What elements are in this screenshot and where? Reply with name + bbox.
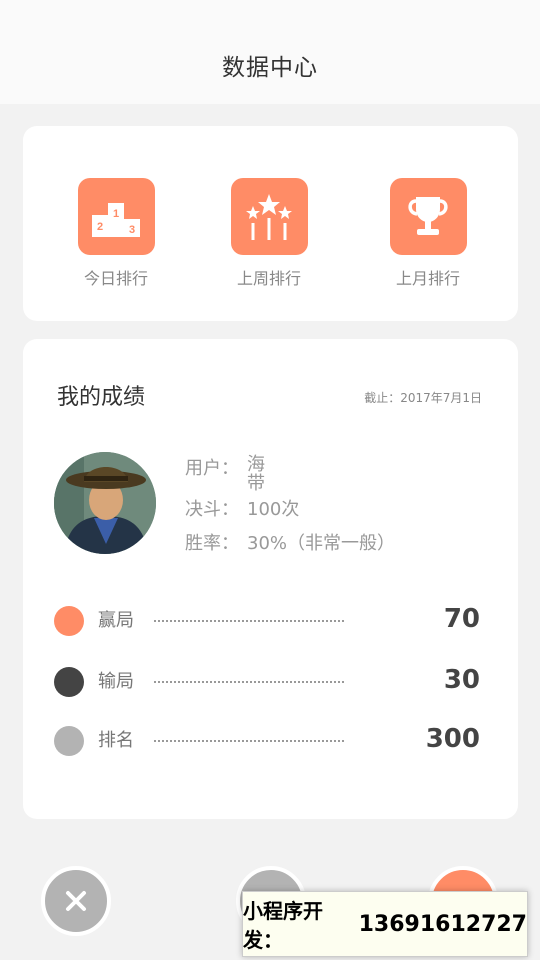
ranking-card: 2 1 3 今日排行 上周排行 上月排行 (23, 126, 518, 321)
watermark-label: 小程序开发： (243, 899, 323, 952)
leader-dots (154, 681, 344, 683)
stars-icon (230, 178, 308, 255)
losses-label: 输局 (98, 671, 134, 692)
rank-dot (54, 726, 84, 756)
winrate-value: 30%（非常一般） (247, 533, 396, 554)
losses-dot (54, 667, 84, 697)
user-name: 海带 (247, 454, 265, 494)
avatar (54, 452, 156, 554)
ranking-last-month-label: 上月排行 (395, 269, 460, 288)
top-bar: 数据中心 (0, 0, 540, 104)
rank-value: 300 (425, 724, 480, 754)
leader-dots (154, 620, 344, 622)
ranking-last-week-label: 上周排行 (236, 269, 301, 288)
ranking-today-label: 今日排行 (83, 269, 148, 288)
score-title: 我的成绩 (57, 385, 146, 410)
score-card: 我的成绩 截止：2017年7月1日 用户： 海带 决斗： 100次 胜率： 30… (23, 339, 518, 819)
score-date: 截止：2017年7月1日 (364, 391, 482, 405)
watermark-badge: 小程序开发： 13691612727 (242, 891, 528, 957)
user-name-key: 用户： (185, 458, 239, 479)
losses-value: 30 (443, 665, 480, 695)
leader-dots (154, 740, 344, 742)
trophy-icon (389, 178, 467, 255)
battles-key: 决斗： (185, 499, 239, 520)
stat-row-losses: 输局 30 (54, 663, 484, 703)
ranking-last-week[interactable]: 上周排行 (209, 178, 329, 289)
close-button[interactable] (41, 866, 111, 936)
podium-icon: 2 1 3 (77, 178, 155, 255)
ranking-today[interactable]: 2 1 3 今日排行 (56, 178, 176, 289)
wins-value: 70 (443, 604, 480, 634)
stat-row-wins: 赢局 70 (54, 602, 484, 642)
svg-text:3: 3 (129, 224, 135, 236)
close-icon (66, 891, 86, 911)
battles-value: 100次 (247, 499, 300, 520)
wins-dot (54, 606, 84, 636)
winrate-key: 胜率： (185, 533, 239, 554)
rank-label: 排名 (98, 730, 134, 751)
svg-text:1: 1 (113, 208, 119, 220)
user-info: 用户： 海带 决斗： 100次 胜率： 30%（非常一般） (185, 452, 395, 561)
stat-row-rank: 排名 300 (54, 722, 484, 762)
ranking-last-month[interactable]: 上月排行 (368, 178, 488, 289)
svg-text:2: 2 (97, 221, 103, 233)
watermark-number: 13691612727 (358, 911, 527, 937)
page-title: 数据中心 (222, 55, 318, 81)
wins-label: 赢局 (98, 610, 134, 631)
